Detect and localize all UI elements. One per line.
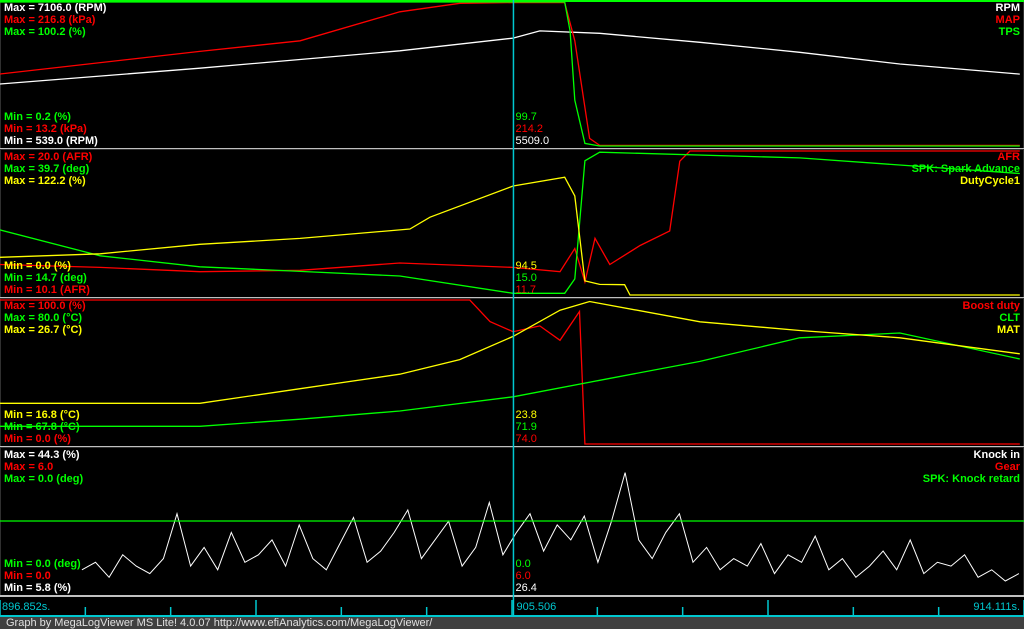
min-label-map: Min = 13.2 (kPa) xyxy=(4,123,87,135)
log-chart[interactable]: Max = 7106.0 (RPM) Min = 539.0 (RPM) RPM 55… xyxy=(0,0,1024,617)
max-label-knock-in: Max = 44.3 (%) xyxy=(4,449,80,461)
legend-tps: TPS xyxy=(999,26,1020,38)
min-label-knock-in: Min = 5.8 (%) xyxy=(4,582,71,594)
min-label-afr: Min = 10.1 (AFR) xyxy=(4,284,90,296)
cursor-value-tps: 99.7 xyxy=(515,111,536,123)
min-label-rpm: Min = 539.0 (RPM) xyxy=(4,135,98,147)
time-end-label: 914.111s. xyxy=(973,601,1020,613)
max-label-spk-knock-retard: Max = 0.0 (deg) xyxy=(4,473,84,485)
legend-knock-in: Knock in xyxy=(974,449,1021,461)
max-label-map: Max = 216.8 (kPa) xyxy=(4,14,96,26)
min-label-dutycycle1: Min = 0.0 (%) xyxy=(4,260,71,272)
legend-map: MAP xyxy=(996,14,1020,26)
series-line-knock-in xyxy=(81,472,1020,582)
max-label-mat: Max = 26.7 (°C) xyxy=(4,324,82,336)
min-label-tps: Min = 0.2 (%) xyxy=(4,111,71,123)
legend-dutycycle1: DutyCycle1 xyxy=(960,175,1020,187)
max-label-boost-duty: Max = 100.0 (%) xyxy=(4,300,86,312)
max-label-spk-spark-advance: Max = 39.7 (deg) xyxy=(4,163,90,175)
series-line-mat xyxy=(0,300,1020,404)
panel-frame xyxy=(0,298,1024,447)
cursor-value-dutycycle1: 94.5 xyxy=(515,260,536,272)
cursor-value-boost-duty: 74.0 xyxy=(515,433,536,445)
legend-rpm: RPM xyxy=(996,2,1020,14)
cursor-value-spk-spark-advance: 15.0 xyxy=(515,272,536,284)
cursor-value-map: 214.2 xyxy=(515,123,543,135)
max-label-gear: Max = 6.0 xyxy=(4,461,53,473)
series-line-rpm xyxy=(0,30,1020,85)
cursor-value-clt: 71.9 xyxy=(515,421,536,433)
min-label-spk-knock-retard: Min = 0.0 (deg) xyxy=(4,558,81,570)
legend-clt: CLT xyxy=(999,312,1020,324)
cursor-value-afr: 11.7 xyxy=(515,284,536,296)
series-line-spk-spark-advance xyxy=(0,151,1020,294)
cursor-value-gear: 6.0 xyxy=(515,570,530,582)
cursor-value-knock-in: 26.4 xyxy=(515,582,536,594)
series-line-dutycycle1 xyxy=(0,176,1020,296)
max-label-rpm: Max = 7106.0 (RPM) xyxy=(4,2,107,14)
min-label-clt: Min = 67.8 (°C) xyxy=(4,421,80,433)
time-start-label: 896.852s. xyxy=(2,601,50,613)
legend-afr: AFR xyxy=(997,151,1020,163)
min-label-boost-duty: Min = 0.0 (%) xyxy=(4,433,71,445)
legend-spk-spark-advance: SPK: Spark Advance xyxy=(912,163,1020,175)
max-label-clt: Max = 80.0 (°C) xyxy=(4,312,82,324)
max-label-afr: Max = 20.0 (AFR) xyxy=(4,151,93,163)
series-line-tps xyxy=(0,1,1020,147)
series-line-clt xyxy=(0,332,1020,427)
cursor-value-mat: 23.8 xyxy=(515,409,536,421)
legend-mat: MAT xyxy=(997,324,1020,336)
legend-boost-duty: Boost duty xyxy=(963,300,1021,312)
panel-frame xyxy=(0,149,1024,298)
min-label-mat: Min = 16.8 (°C) xyxy=(4,409,80,421)
min-label-spk-spark-advance: Min = 14.7 (deg) xyxy=(4,272,87,284)
max-label-dutycycle1: Max = 122.2 (%) xyxy=(4,175,86,187)
footer-credit: Graph by MegaLogViewer MS Lite! 4.0.07 h… xyxy=(0,617,1024,629)
max-label-tps: Max = 100.2 (%) xyxy=(4,26,86,38)
time-cursor-label: 905.506 xyxy=(516,601,556,613)
series-line-map xyxy=(0,1,1020,147)
legend-gear: Gear xyxy=(995,461,1021,473)
min-label-gear: Min = 0.0 xyxy=(4,570,51,582)
cursor-value-spk-knock-retard: 0.0 xyxy=(515,558,530,570)
legend-spk-knock-retard: SPK: Knock retard xyxy=(923,473,1020,485)
panel-frame xyxy=(0,0,1024,149)
cursor-value-rpm: 5509.0 xyxy=(515,135,549,147)
series-line-boost-duty xyxy=(0,299,1020,445)
